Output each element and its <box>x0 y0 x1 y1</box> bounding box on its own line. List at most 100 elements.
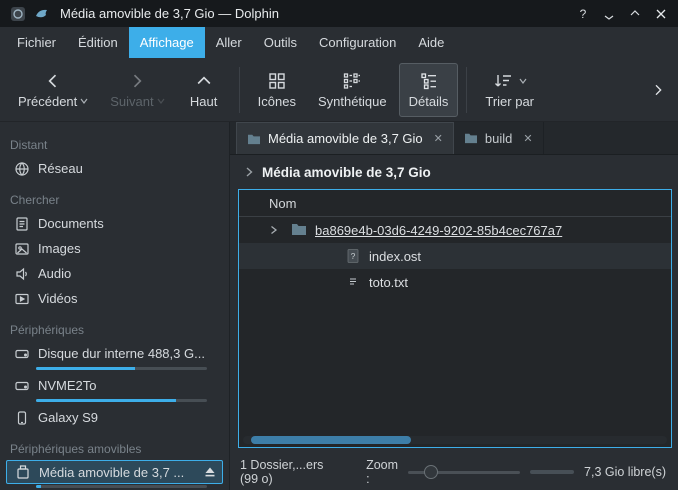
icons-view-icon <box>267 71 287 91</box>
chevron-down-icon <box>519 78 527 84</box>
tab-bar: Média amovible de 3,7 Gio ✕ build ✕ <box>230 122 678 155</box>
places-panel: Distant Réseau Chercher Documents Images <box>0 122 230 490</box>
sidebar-item-label: Documents <box>38 216 104 231</box>
file-view[interactable]: Nom ba869e4b-03d6-4249-9202-85b4cec767a7… <box>238 189 672 448</box>
sidebar-item-label: Réseau <box>38 161 83 176</box>
help-button[interactable]: ? <box>572 4 594 24</box>
section-header-devices: Périphériques <box>0 317 229 341</box>
sidebar-item-label: Galaxy S9 <box>38 410 98 425</box>
breadcrumb-current-folder[interactable]: Média amovible de 3,7 Gio <box>262 165 431 180</box>
sidebar-item-internal-disk[interactable]: Disque dur interne 488,3 G... <box>0 341 229 366</box>
menu-item-configuration[interactable]: Configuration <box>308 27 407 58</box>
chevron-right-icon <box>650 81 666 99</box>
window-title: Média amovible de 3,7 Gio — Dolphin <box>60 6 279 21</box>
file-row-unknown[interactable]: ? index.ost <box>239 243 671 269</box>
folder-icon <box>291 222 307 238</box>
sort-by-label: Trier par <box>485 94 534 109</box>
sidebar-item-documents[interactable]: Documents <box>0 211 229 236</box>
hard-disk-icon <box>14 346 30 362</box>
toolbar-separator <box>239 67 240 113</box>
sidebar-item-label: NVME2To <box>38 378 97 393</box>
sidebar-item-label: Vidéos <box>38 291 78 306</box>
tab-label: Média amovible de 3,7 Gio <box>268 131 423 146</box>
sidebar-item-label: Images <box>38 241 81 256</box>
up-button[interactable]: Haut <box>177 63 231 117</box>
disk-usage-bar <box>36 367 207 370</box>
usb-drive-icon <box>15 464 31 480</box>
sort-icon <box>493 71 513 91</box>
audio-icon <box>14 266 30 282</box>
forward-label: Suivant <box>110 94 153 109</box>
back-button[interactable]: Précédent <box>8 63 98 117</box>
tab-build[interactable]: build ✕ <box>454 122 544 154</box>
hard-disk-icon <box>14 378 30 394</box>
details-view-button[interactable]: Détails <box>399 63 459 117</box>
icons-view-button[interactable]: Icônes <box>248 63 306 117</box>
close-button[interactable] <box>650 4 672 24</box>
menu-item-fichier[interactable]: Fichier <box>6 27 67 58</box>
sidebar-item-audio[interactable]: Audio <box>0 261 229 286</box>
sidebar-item-videos[interactable]: Vidéos <box>0 286 229 311</box>
eject-icon[interactable] <box>204 466 216 478</box>
details-view-icon <box>419 71 439 91</box>
tab-close-icon[interactable]: ✕ <box>523 132 532 145</box>
free-space-bar <box>530 470 574 474</box>
menu-item-edition[interactable]: Édition <box>67 27 129 58</box>
dolphin-window: Média amovible de 3,7 Gio — Dolphin ? Fi… <box>0 0 678 490</box>
section-header-remote: Distant <box>0 132 229 156</box>
maximize-button[interactable] <box>624 4 646 24</box>
main-view: Média amovible de 3,7 Gio ✕ build ✕ Médi… <box>230 122 678 490</box>
sidebar-item-phone[interactable]: Galaxy S9 <box>0 405 229 430</box>
free-space-text: 7,3 Gio libre(s) <box>584 465 666 479</box>
unknown-file-icon: ? <box>345 248 361 264</box>
chevron-right-icon <box>127 71 147 91</box>
menu-item-affichage[interactable]: Affichage <box>129 27 205 58</box>
menu-item-aller[interactable]: Aller <box>205 27 253 58</box>
status-bar: 1 Dossier,...ers (99 o) Zoom : 7,3 Gio l… <box>230 454 678 490</box>
sort-by-button[interactable]: Trier par <box>475 63 544 117</box>
menu-item-aide[interactable]: Aide <box>407 27 455 58</box>
chevron-right-icon <box>244 166 254 178</box>
disk-usage-bar <box>36 399 207 402</box>
horizontal-scrollbar[interactable] <box>243 436 667 444</box>
file-row-text[interactable]: toto.txt <box>239 269 671 295</box>
expander-icon[interactable] <box>269 225 281 235</box>
compact-view-icon <box>342 71 362 91</box>
up-label: Haut <box>190 94 217 109</box>
tab-removable-media[interactable]: Média amovible de 3,7 Gio ✕ <box>236 122 454 154</box>
toolbar-separator <box>466 67 467 113</box>
zoom-slider-handle[interactable] <box>424 465 438 479</box>
app-menu-icon[interactable] <box>10 6 26 22</box>
file-name[interactable]: toto.txt <box>369 275 408 290</box>
documents-icon <box>14 216 30 232</box>
breadcrumb[interactable]: Média amovible de 3,7 Gio <box>230 155 678 189</box>
compact-view-button[interactable]: Synthétique <box>308 63 397 117</box>
sidebar-item-label: Disque dur interne 488,3 G... <box>38 346 205 361</box>
svg-text:?: ? <box>351 251 356 261</box>
scrollbar-thumb[interactable] <box>251 436 411 444</box>
forward-button[interactable]: Suivant <box>100 63 174 117</box>
sidebar-item-images[interactable]: Images <box>0 236 229 261</box>
file-name[interactable]: ba869e4b-03d6-4249-9202-85b4cec767a7 <box>315 223 562 238</box>
column-header-name[interactable]: Nom <box>239 190 671 217</box>
file-name[interactable]: index.ost <box>369 249 421 264</box>
toolbar-overflow-button[interactable] <box>646 77 670 103</box>
sidebar-item-label: Audio <box>38 266 71 281</box>
sidebar-item-nvme[interactable]: NVME2To <box>0 373 229 398</box>
sidebar-item-label: Média amovible de 3,7 ... <box>39 465 184 480</box>
tab-close-icon[interactable]: ✕ <box>434 132 443 145</box>
content-area: Distant Réseau Chercher Documents Images <box>0 122 678 490</box>
chevron-down-icon <box>157 98 165 104</box>
removable-usage-bar <box>36 485 207 488</box>
details-view-label: Détails <box>409 94 449 109</box>
chevron-down-icon <box>80 98 88 104</box>
network-icon <box>14 161 30 177</box>
zoom-slider[interactable] <box>408 465 520 479</box>
sidebar-item-removable-media[interactable]: Média amovible de 3,7 ... <box>6 460 223 484</box>
minimize-button[interactable] <box>598 4 620 24</box>
sidebar-item-network[interactable]: Réseau <box>0 156 229 181</box>
folder-icon <box>247 133 261 145</box>
menu-item-outils[interactable]: Outils <box>253 27 308 58</box>
menubar: Fichier Édition Affichage Aller Outils C… <box>0 27 678 58</box>
file-row-folder[interactable]: ba869e4b-03d6-4249-9202-85b4cec767a7 <box>239 217 671 243</box>
